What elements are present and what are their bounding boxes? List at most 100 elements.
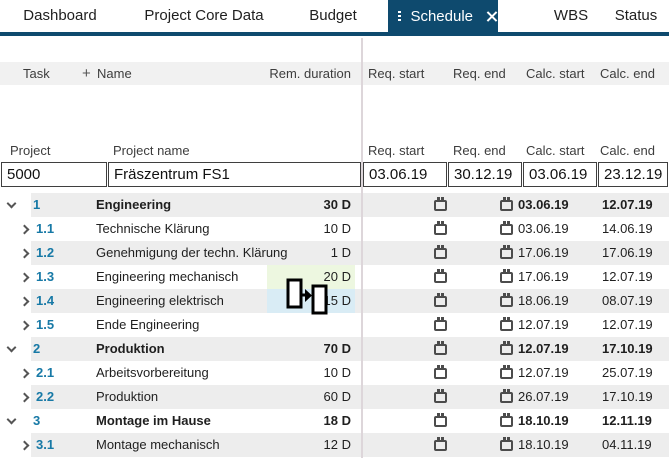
calendar-icon[interactable] xyxy=(434,440,447,451)
chevron-right-icon[interactable] xyxy=(21,321,30,330)
chevron-right-icon[interactable] xyxy=(21,225,30,234)
calendar-icon[interactable] xyxy=(500,368,513,379)
tab-budget[interactable]: Budget xyxy=(309,0,357,32)
hamburger-icon[interactable] xyxy=(398,11,401,21)
chevron-right-icon[interactable] xyxy=(21,297,30,306)
header-task[interactable]: Task xyxy=(23,62,50,85)
calendar-icon[interactable] xyxy=(500,320,513,331)
calc-start-date: 26.07.19 xyxy=(518,385,569,409)
project-name-field[interactable] xyxy=(108,162,361,187)
calendar-icon[interactable] xyxy=(434,224,447,235)
calendar-icon[interactable] xyxy=(434,296,447,307)
task-name: Engineering xyxy=(96,193,171,217)
calc-end-date: 12.07.19 xyxy=(602,313,653,337)
calendar-icon[interactable] xyxy=(434,416,447,427)
project-id-field[interactable] xyxy=(1,162,107,187)
table-row[interactable]: 1 Engineering 30 D 03.06.19 12.07.19 xyxy=(0,193,669,217)
calc-start-date: 12.07.19 xyxy=(518,313,569,337)
table-row[interactable]: 2 Produktion 70 D 12.07.19 17.10.19 xyxy=(0,337,669,361)
table-row[interactable]: 3.1 Montage mechanisch 12 D 18.10.19 04.… xyxy=(0,433,669,457)
calc-start-date: 03.06.19 xyxy=(518,217,569,241)
calc-end-date: 14.06.19 xyxy=(602,217,653,241)
task-number: 1.1 xyxy=(36,217,54,241)
task-duration: 1 D xyxy=(267,241,355,265)
header-calc-end[interactable]: Calc. end xyxy=(600,62,655,85)
chevron-right-icon[interactable] xyxy=(21,393,30,402)
calendar-icon[interactable] xyxy=(500,344,513,355)
calendar-icon[interactable] xyxy=(500,416,513,427)
calc-end-date: 08.07.19 xyxy=(602,289,653,313)
table-row[interactable]: 1.4 Engineering elektrisch 15 D 18.06.19… xyxy=(0,289,669,313)
calc-start-date: 17.06.19 xyxy=(518,265,569,289)
task-name: Ende Engineering xyxy=(96,313,199,337)
calendar-icon[interactable] xyxy=(434,248,447,259)
task-name: Genehmigung der techn. Klärung xyxy=(96,241,288,265)
calc-end-date: 17.10.19 xyxy=(602,385,653,409)
table-row[interactable]: 2.2 Produktion 60 D 26.07.19 17.10.19 xyxy=(0,385,669,409)
calendar-icon[interactable] xyxy=(434,344,447,355)
project-req-start-field[interactable] xyxy=(363,162,447,187)
calendar-icon[interactable] xyxy=(500,296,513,307)
calc-end-label: Calc. end xyxy=(600,143,655,159)
tab-wbs[interactable]: WBS xyxy=(554,0,588,32)
chevron-right-icon[interactable] xyxy=(21,249,30,258)
tab-project-core-data[interactable]: Project Core Data xyxy=(144,0,263,32)
task-number: 2.2 xyxy=(36,385,54,409)
header-rem-duration[interactable]: Rem. duration xyxy=(267,62,355,85)
calendar-icon[interactable] xyxy=(434,200,447,211)
tab-status[interactable]: Status xyxy=(615,0,658,32)
schedule-screen: Dashboard Project Core Data Budget Sched… xyxy=(0,0,669,458)
table-row[interactable]: 1.3 Engineering mechanisch 20 D 17.06.19… xyxy=(0,265,669,289)
calendar-icon[interactable] xyxy=(500,200,513,211)
calc-start-label: Calc. start xyxy=(526,143,585,159)
calendar-icon[interactable] xyxy=(500,272,513,283)
task-duration: 18 D xyxy=(267,409,355,433)
tab-schedule[interactable]: Schedule xyxy=(388,0,498,32)
table-row[interactable]: 1.5 Ende Engineering 12.07.19 12.07.19 xyxy=(0,313,669,337)
calendar-icon[interactable] xyxy=(500,392,513,403)
header-req-end[interactable]: Req. end xyxy=(453,62,506,85)
chevron-down-icon[interactable] xyxy=(7,201,16,210)
header-calc-start[interactable]: Calc. start xyxy=(526,62,585,85)
table-row[interactable]: 1.1 Technische Klärung 10 D 03.06.19 14.… xyxy=(0,217,669,241)
task-duration: 10 D xyxy=(267,217,355,241)
calendar-icon[interactable] xyxy=(500,224,513,235)
chevron-down-icon[interactable] xyxy=(7,345,16,354)
task-duration: 12 D xyxy=(267,433,355,457)
calc-start-date: 03.06.19 xyxy=(518,193,569,217)
calc-end-date: 12.07.19 xyxy=(602,265,653,289)
task-number: 1.5 xyxy=(36,313,54,337)
task-table: 1 Engineering 30 D 03.06.19 12.07.19 1.1… xyxy=(0,193,669,457)
tab-schedule-label: Schedule xyxy=(410,8,473,25)
chevron-right-icon[interactable] xyxy=(21,369,30,378)
add-column-icon[interactable]: + xyxy=(82,62,91,85)
table-row[interactable]: 1.2 Genehmigung der techn. Klärung 1 D 1… xyxy=(0,241,669,265)
table-row[interactable]: 3 Montage im Hause 18 D 18.10.19 12.11.1… xyxy=(0,409,669,433)
calc-start-date: 18.10.19 xyxy=(518,409,569,433)
close-icon[interactable] xyxy=(485,10,488,23)
header-name[interactable]: Name xyxy=(97,62,132,85)
task-name: Montage mechanisch xyxy=(96,433,220,457)
chevron-right-icon[interactable] xyxy=(21,441,30,450)
chevron-down-icon[interactable] xyxy=(7,417,16,426)
project-calc-start-field[interactable] xyxy=(523,162,597,187)
calendar-icon[interactable] xyxy=(434,272,447,283)
calc-start-date: 18.10.19 xyxy=(518,433,569,457)
calendar-icon[interactable] xyxy=(500,248,513,259)
calendar-icon[interactable] xyxy=(434,368,447,379)
project-name-label: Project name xyxy=(113,143,190,159)
project-calc-end-field[interactable] xyxy=(598,162,668,187)
table-row[interactable]: 2.1 Arbeitsvorbereitung 10 D 12.07.19 25… xyxy=(0,361,669,385)
task-name: Technische Klärung xyxy=(96,217,209,241)
task-number: 1.3 xyxy=(36,265,54,289)
calendar-icon[interactable] xyxy=(434,320,447,331)
calendar-icon[interactable] xyxy=(434,392,447,403)
chevron-right-icon[interactable] xyxy=(21,273,30,282)
project-req-end-field[interactable] xyxy=(448,162,522,187)
calendar-icon[interactable] xyxy=(500,440,513,451)
pane-divider[interactable] xyxy=(361,38,363,458)
tab-dashboard[interactable]: Dashboard xyxy=(23,0,96,32)
header-req-start[interactable]: Req. start xyxy=(368,62,424,85)
tabbar-accent-line xyxy=(0,32,669,36)
task-name: Produktion xyxy=(96,385,158,409)
